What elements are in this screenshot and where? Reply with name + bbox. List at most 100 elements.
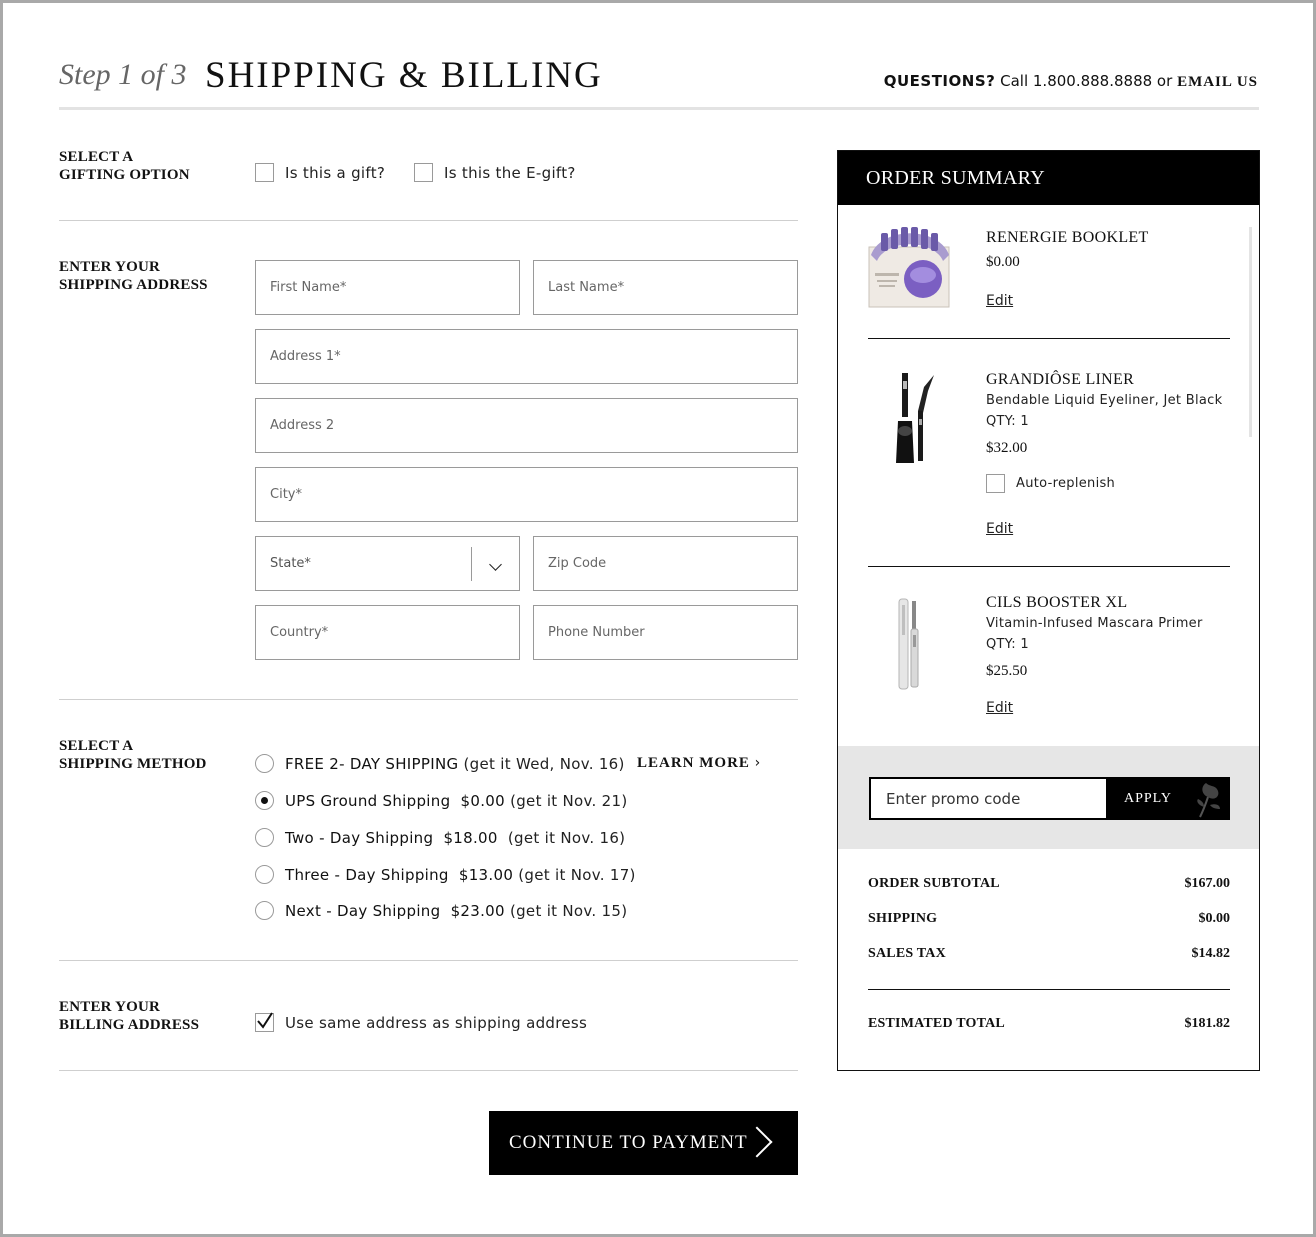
- edit-link[interactable]: Edit: [986, 700, 1013, 716]
- section-divider: [59, 699, 798, 700]
- item-name: CILS BOOSTER XL: [986, 594, 1128, 611]
- shipping-option-eta: (get it Wed, Nov. 16): [463, 754, 625, 773]
- promo-code-input[interactable]: [871, 779, 1106, 818]
- sales-tax-value: $14.82: [1191, 946, 1231, 961]
- chevron-down-icon: [489, 558, 502, 571]
- step-indicator: Step 1 of 3: [59, 58, 187, 91]
- shipping-option-name: Three - Day Shipping: [285, 865, 449, 884]
- first-name-field[interactable]: [255, 260, 520, 315]
- questions-contact: QUESTIONS? Call 1.800.888.8888 or EMAIL …: [884, 72, 1258, 91]
- shipping-option-name: FREE 2- DAY SHIPPING: [285, 754, 459, 773]
- estimated-total-value: $181.82: [1184, 1016, 1231, 1031]
- item-price: $25.50: [986, 663, 1028, 679]
- order-summary-title: ORDER SUMMARY: [838, 151, 1259, 205]
- eyeliner-image: [896, 373, 934, 463]
- auto-replenish-option[interactable]: Auto-replenish: [986, 474, 1115, 493]
- shipping-option-eta: (get it Nov. 17): [518, 865, 636, 884]
- auto-replenish-checkbox[interactable]: [986, 474, 1005, 493]
- shipping-radio[interactable]: [255, 754, 274, 773]
- select-divider: [471, 547, 472, 581]
- header-divider: [59, 107, 1259, 110]
- continue-to-payment-button[interactable]: CONTINUE TO PAYMENT: [489, 1111, 798, 1175]
- address1-input[interactable]: [270, 349, 797, 364]
- shipping-label: SHIPPING: [868, 911, 938, 926]
- item-price: $0.00: [986, 254, 1020, 270]
- shipping-radio[interactable]: [255, 828, 274, 847]
- shipping-option-name: Next - Day Shipping: [285, 901, 441, 920]
- shipping-option[interactable]: Next - Day Shipping $23.00 (get it Nov. …: [255, 901, 627, 920]
- section-divider: [59, 1070, 798, 1071]
- last-name-field[interactable]: [533, 260, 798, 315]
- shipping-option[interactable]: UPS Ground Shipping $0.00 (get it Nov. 2…: [255, 791, 628, 810]
- renergie-booklet-image: [868, 227, 950, 308]
- auto-replenish-label: Auto-replenish: [1016, 476, 1116, 491]
- item-qty: QTY: 1: [986, 414, 1029, 429]
- item-name: GRANDIÔSE LINER: [986, 371, 1135, 388]
- rose-icon: [1197, 783, 1220, 818]
- item-divider: [868, 338, 1230, 339]
- subtotal-value: $167.00: [1184, 876, 1231, 891]
- questions-label: QUESTIONS?: [883, 72, 996, 90]
- zip-code-field[interactable]: [533, 536, 798, 591]
- item-description: Bendable Liquid Eyeliner, Jet Black: [986, 393, 1223, 408]
- call-text: Call 1.800.888.8888 or: [1000, 72, 1173, 90]
- last-name-input[interactable]: [548, 280, 797, 295]
- item-description: Vitamin-Infused Mascara Primer: [986, 616, 1203, 631]
- gifting-section-label: SELECT A GIFTING OPTION: [59, 149, 190, 183]
- same-address-option[interactable]: Use same address as shipping address: [255, 1012, 588, 1032]
- city-field[interactable]: [255, 467, 798, 522]
- shipping-option-eta: (get it Nov. 21): [510, 791, 628, 810]
- email-us-link[interactable]: EMAIL US: [1177, 74, 1258, 90]
- city-input[interactable]: [270, 487, 797, 502]
- shipping-option-price: $18.00: [443, 828, 498, 847]
- shipping-value: $0.00: [1198, 911, 1231, 926]
- item-qty: QTY: 1: [986, 637, 1029, 652]
- address2-input[interactable]: [270, 418, 797, 433]
- shipping-option-price: $13.00: [458, 865, 514, 884]
- shipping-radio-selected[interactable]: [255, 791, 274, 810]
- shipping-option[interactable]: FREE 2- DAY SHIPPING (get it Wed, Nov. 1…: [255, 754, 625, 773]
- shipping-option[interactable]: Two - Day Shipping $18.00 (get it Nov. 1…: [255, 828, 625, 847]
- gift-option[interactable]: Is this a gift?: [255, 163, 385, 182]
- item-divider: [868, 566, 1230, 567]
- egift-option[interactable]: Is this the E-gift?: [414, 163, 576, 182]
- phone-input[interactable]: [548, 625, 797, 640]
- checkmark-icon: [257, 1012, 273, 1029]
- edit-link[interactable]: Edit: [986, 521, 1013, 537]
- same-address-checkbox[interactable]: [255, 1012, 274, 1032]
- gift-checkbox[interactable]: [255, 163, 274, 182]
- first-name-input[interactable]: [270, 280, 519, 295]
- country-field[interactable]: [255, 605, 520, 660]
- edit-link[interactable]: Edit: [986, 293, 1013, 309]
- shipping-method-label: SELECT A SHIPPING METHOD: [59, 738, 207, 772]
- sales-tax-label: SALES TAX: [868, 946, 946, 961]
- address1-field[interactable]: [255, 329, 798, 384]
- apply-button[interactable]: APPLY: [1106, 779, 1228, 818]
- billing-address-label: ENTER YOUR BILLING ADDRESS: [59, 999, 200, 1033]
- section-divider: [59, 960, 798, 961]
- shipping-radio[interactable]: [255, 865, 274, 884]
- egift-label: Is this the E-gift?: [444, 163, 576, 182]
- state-select-value: State*: [270, 556, 311, 571]
- zip-code-input[interactable]: [548, 556, 797, 571]
- scrollbar[interactable]: [1249, 227, 1252, 437]
- shipping-option-eta: (get it Nov. 15): [509, 901, 628, 920]
- gift-label: Is this a gift?: [285, 163, 386, 182]
- learn-more-link[interactable]: LEARN MORE ›: [637, 755, 761, 772]
- same-address-label: Use same address as shipping address: [285, 1013, 588, 1032]
- egift-checkbox[interactable]: [414, 163, 433, 182]
- state-select[interactable]: State*: [255, 536, 520, 591]
- shipping-address-label: ENTER YOUR SHIPPING ADDRESS: [59, 259, 208, 293]
- section-divider: [59, 220, 798, 221]
- shipping-radio[interactable]: [255, 901, 274, 920]
- address2-field[interactable]: [255, 398, 798, 453]
- shipping-option-price: $0.00: [460, 791, 505, 810]
- country-input[interactable]: [270, 625, 519, 640]
- phone-field[interactable]: [533, 605, 798, 660]
- shipping-option[interactable]: Three - Day Shipping $13.00 (get it Nov.…: [255, 865, 636, 884]
- promo-code-form: APPLY: [869, 777, 1230, 820]
- estimated-total-label: ESTIMATED TOTAL: [868, 1016, 1005, 1031]
- shipping-option-name: UPS Ground Shipping: [285, 791, 451, 810]
- chevron-right-icon: ›: [754, 755, 762, 771]
- promo-section: APPLY: [838, 746, 1259, 849]
